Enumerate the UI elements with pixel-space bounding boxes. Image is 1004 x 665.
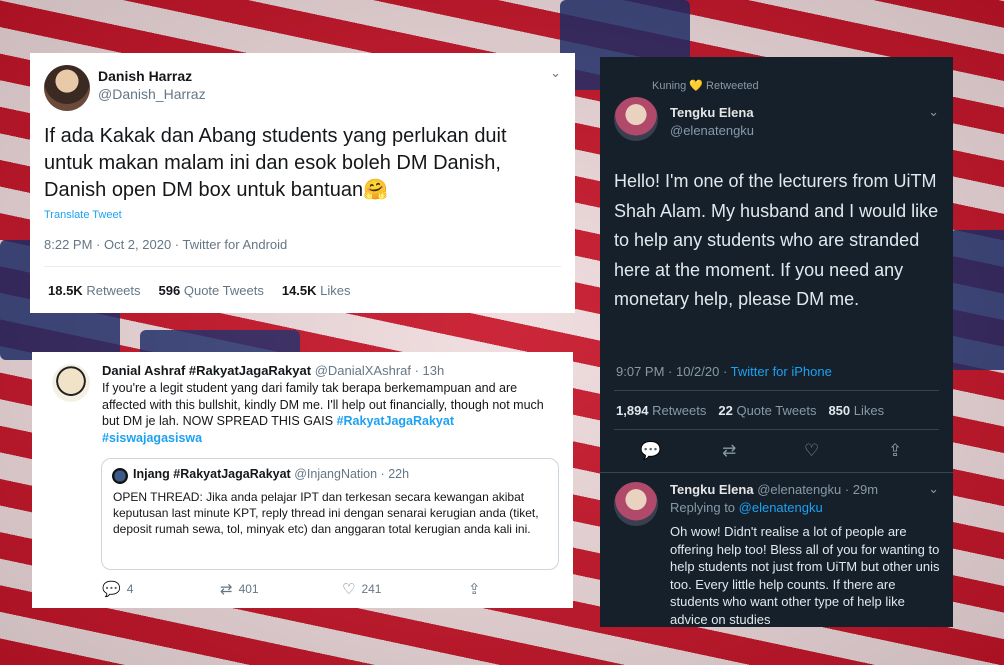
author-name[interactable]: Danial Ashraf #RakyatJagaRakyat xyxy=(102,363,311,378)
quoted-text: OPEN THREAD: Jika anda pelajar IPT dan t… xyxy=(113,490,539,536)
quotes-label: Quote Tweets xyxy=(183,283,264,298)
reply-icon: 💬 xyxy=(640,441,662,460)
tweet-text: Hello! I'm one of the lecturers from UiT… xyxy=(614,171,939,309)
reply-button[interactable]: 💬 xyxy=(640,441,661,461)
tweet-card-tengku: Kuning 💛 Retweeted Tengku Elena @elenate… xyxy=(600,57,953,627)
tweet-meta: 9:07 PM · 10/2/20 · Twitter for iPhone xyxy=(616,364,832,379)
chevron-down-icon[interactable]: ⌄ xyxy=(928,481,939,497)
avatar[interactable] xyxy=(614,97,658,141)
replying-to: Replying to @elenatengku xyxy=(670,500,823,515)
quotes-stat[interactable]: 596 Quote Tweets xyxy=(159,283,264,298)
quoted-author-name: Injang #RakyatJagaRakyat xyxy=(133,467,291,481)
author-handle[interactable]: @Danish_Harraz xyxy=(98,86,206,102)
divider xyxy=(614,390,939,391)
chevron-down-icon[interactable]: ⌄ xyxy=(928,104,939,120)
tweet-body: If you're a legit student yang dari fami… xyxy=(102,381,544,428)
likes-stat[interactable]: 850 Likes xyxy=(828,403,884,418)
chevron-down-icon[interactable]: ⌄ xyxy=(550,65,561,81)
tweet-stats: 1,894 Retweets 22 Quote Tweets 850 Likes xyxy=(616,403,884,418)
reply-icon: 💬 xyxy=(102,581,121,598)
likes-count: 850 xyxy=(828,403,851,418)
tweet-header: Danial Ashraf #RakyatJagaRakyat @DanialX… xyxy=(102,363,444,378)
avatar xyxy=(112,468,128,484)
tweet-source-link[interactable]: Twitter for iPhone xyxy=(731,364,832,379)
like-button[interactable]: ♡ xyxy=(804,441,819,461)
retweets-stat[interactable]: 18.5K Retweets xyxy=(48,283,141,298)
avatar[interactable] xyxy=(52,364,90,402)
author-handle-time[interactable]: @DanialXAshraf · 13h xyxy=(315,363,445,378)
heart-icon: ♡ xyxy=(342,581,356,598)
likes-label: Likes xyxy=(320,283,351,298)
quotes-label: Quote Tweets xyxy=(736,403,817,418)
avatar[interactable] xyxy=(614,482,658,526)
tweet-meta: 8:22 PM · Oct 2, 2020 · Twitter for Andr… xyxy=(44,237,288,252)
tweet-text: If you're a legit student yang dari fami… xyxy=(102,380,557,446)
translate-tweet-link[interactable]: Translate Tweet xyxy=(44,209,122,221)
likes-count: 14.5K xyxy=(281,283,317,298)
retweets-label: Retweets xyxy=(652,403,707,418)
retweets-label: Retweets xyxy=(86,283,141,298)
divider xyxy=(600,472,953,473)
like-button[interactable]: ♡ 241 xyxy=(342,580,381,598)
tweet-time: 9:07 PM · 10/2/20 · xyxy=(616,364,731,379)
divider xyxy=(614,429,939,430)
author-name[interactable]: Tengku Elena xyxy=(670,105,754,120)
reply-header: Tengku Elena @elenatengku · 29m xyxy=(670,482,878,497)
retweets-count: 18.5K xyxy=(48,283,83,298)
share-icon: ⇪ xyxy=(888,441,903,460)
hashtag-link[interactable]: #RakyatJagaRakyat xyxy=(337,414,454,428)
retweet-button[interactable]: ⇄ 401 xyxy=(220,580,259,598)
share-button[interactable]: ⇪ xyxy=(888,441,902,461)
tweet-text: If ada Kakak dan Abang students yang per… xyxy=(44,125,507,201)
likes-label: Likes xyxy=(853,403,885,418)
author-name[interactable]: Danish Harraz xyxy=(98,68,192,84)
reply-author-handle-time[interactable]: @elenatengku · 29m xyxy=(757,482,878,497)
retweeted-by-label[interactable]: Kuning 💛 Retweeted xyxy=(652,79,759,92)
reply-text: Oh wow! Didn't realise a lot of people a… xyxy=(670,524,940,627)
quotes-stat[interactable]: 22 Quote Tweets xyxy=(718,403,816,418)
replying-to-label: Replying to xyxy=(670,500,739,515)
quotes-count: 22 xyxy=(718,403,733,418)
quoted-tweet[interactable]: Injang #RakyatJagaRakyat @InjangNation ·… xyxy=(101,458,559,570)
retweet-icon: ⇄ xyxy=(220,581,233,598)
tweet-card-danial: Danial Ashraf #RakyatJagaRakyat @DanialX… xyxy=(32,352,573,608)
avatar[interactable] xyxy=(44,65,90,111)
divider xyxy=(44,266,561,267)
quoted-header: Injang #RakyatJagaRakyat @InjangNation ·… xyxy=(133,467,409,481)
share-button[interactable]: ⇪ xyxy=(468,580,481,598)
retweets-count: 1,894 xyxy=(616,403,649,418)
reply-author-name[interactable]: Tengku Elena xyxy=(670,482,754,497)
quotes-count: 596 xyxy=(158,283,181,298)
tweet-card-danish: Danish Harraz @Danish_Harraz ⌄ If ada Ka… xyxy=(30,53,575,313)
reply-count: 4 xyxy=(126,582,134,596)
retweet-button[interactable]: ⇄ xyxy=(722,441,736,461)
retweets-stat[interactable]: 1,894 Retweets xyxy=(616,403,706,418)
hashtag-link[interactable]: #siswajagasiswa xyxy=(102,431,202,445)
author-handle[interactable]: @elenatengku xyxy=(670,123,754,138)
share-icon: ⇪ xyxy=(468,581,481,598)
replying-to-link[interactable]: @elenatengku xyxy=(739,500,823,515)
retweet-count: 401 xyxy=(238,582,259,596)
reply-button[interactable]: 💬 4 xyxy=(102,580,133,598)
quoted-author-handle-time: @InjangNation · 22h xyxy=(294,467,410,481)
like-count: 241 xyxy=(361,582,382,596)
heart-icon: ♡ xyxy=(804,441,820,460)
retweet-icon: ⇄ xyxy=(722,441,737,460)
likes-stat[interactable]: 14.5K Likes xyxy=(282,283,351,298)
tweet-stats: 18.5K Retweets 596 Quote Tweets 14.5K Li… xyxy=(48,283,351,298)
